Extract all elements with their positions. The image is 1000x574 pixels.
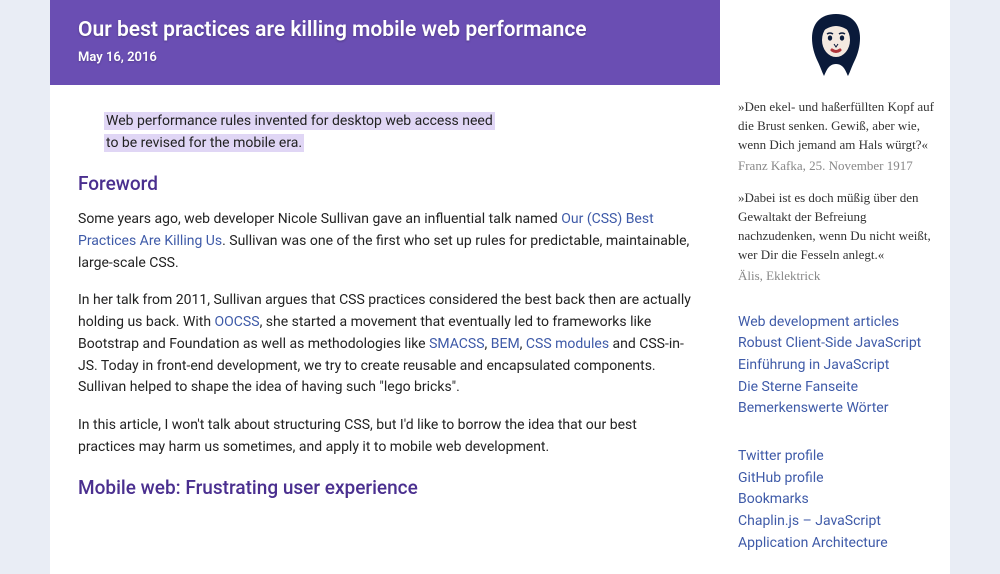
article-body: Web performance rules invented for deskt…	[50, 85, 720, 533]
paragraph: In her talk from 2011, Sullivan argues t…	[78, 290, 692, 398]
quote-text: »Dabei ist es doch müßig über den Gewalt…	[738, 189, 934, 264]
sidebar-links-secondary: Twitter profile GitHub profile Bookmarks…	[738, 446, 934, 554]
sidebar: »Den ekel- und haßerfüllten Kopf auf die…	[720, 0, 950, 574]
sidebar-link[interactable]: GitHub profile	[738, 468, 934, 490]
sidebar-link[interactable]: Twitter profile	[738, 446, 934, 468]
quote-block: »Den ekel- und haßerfüllten Kopf auf die…	[738, 98, 934, 175]
lede-highlight-line1: Web performance rules invented for deskt…	[104, 112, 495, 130]
sidebar-links-primary: Web development articles Robust Client-S…	[738, 312, 934, 420]
heading-foreword: Foreword	[78, 172, 692, 195]
lede-highlight-line2: to be revised for the mobile era.	[104, 134, 304, 152]
quote-block: »Dabei ist es doch müßig über den Gewalt…	[738, 189, 934, 285]
sidebar-link[interactable]: Chaplin.js – JavaScript Application Arch…	[738, 511, 934, 554]
quote-attribution: Älis, Eklektrick	[738, 267, 934, 286]
quote-attribution: Franz Kafka, 25. November 1917	[738, 157, 934, 176]
heading-mobile-web: Mobile web: Frustrating user experience	[78, 476, 692, 499]
sidebar-link[interactable]: Die Sterne Fanseite	[738, 377, 934, 399]
avatar-wrap	[738, 10, 934, 84]
link-bem[interactable]: BEM	[491, 336, 520, 352]
sidebar-link[interactable]: Bemerkenswerte Wörter	[738, 398, 934, 420]
avatar-icon[interactable]	[802, 10, 870, 80]
link-smacss[interactable]: SMACSS	[429, 336, 484, 352]
link-oocss[interactable]: OOCSS	[215, 314, 260, 330]
sidebar-link[interactable]: Bookmarks	[738, 489, 934, 511]
article-header: Our best practices are killing mobile we…	[50, 0, 720, 85]
paragraph: In this article, I won't talk about stru…	[78, 415, 692, 458]
sidebar-link[interactable]: Einführung in JavaScript	[738, 355, 934, 377]
sidebar-link[interactable]: Robust Client-Side JavaScript	[738, 333, 934, 355]
sidebar-link[interactable]: Web development articles	[738, 312, 934, 334]
paragraph: Some years ago, web developer Nicole Sul…	[78, 209, 692, 274]
article-title: Our best practices are killing mobile we…	[78, 18, 692, 42]
link-css-modules[interactable]: CSS modules	[526, 336, 609, 352]
lede: Web performance rules invented for deskt…	[78, 111, 692, 154]
quote-text: »Den ekel- und haßerfüllten Kopf auf die…	[738, 98, 934, 155]
article-date: May 16, 2016	[78, 50, 692, 65]
